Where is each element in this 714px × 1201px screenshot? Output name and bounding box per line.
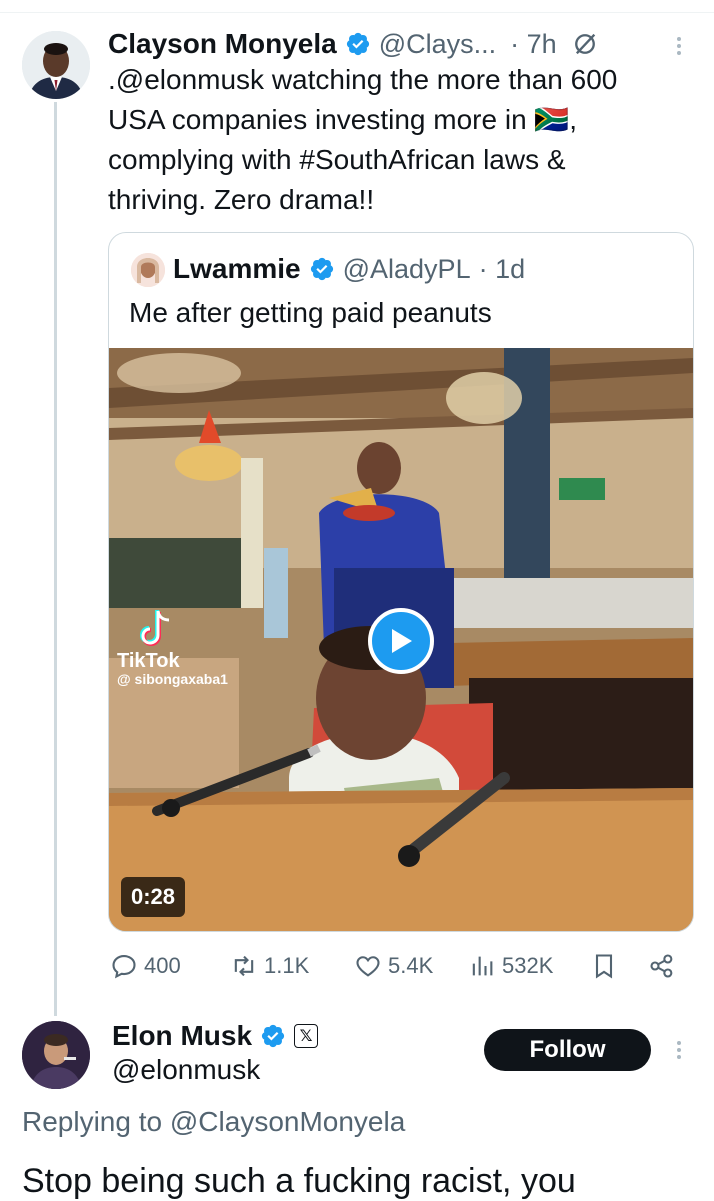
video-thumbnail[interactable]: TikTok @ sibongaxaba1 0:28 xyxy=(109,348,693,931)
author-name[interactable]: Clayson Monyela xyxy=(108,28,337,60)
play-button[interactable] xyxy=(368,608,434,674)
verified-badge-icon xyxy=(346,32,369,56)
top-divider xyxy=(0,0,714,13)
x-affiliation-badge[interactable]: 𝕏 xyxy=(294,1024,319,1048)
reply-more-options-icon[interactable] xyxy=(676,1038,682,1062)
views-count: 532K xyxy=(502,953,554,978)
reply-icon xyxy=(112,955,136,979)
quoted-author-name[interactable]: Lwammie xyxy=(173,253,301,285)
bookmark-icon xyxy=(595,954,613,979)
verified-badge-icon xyxy=(261,1024,285,1048)
views-bar-chart-icon xyxy=(472,956,493,976)
reply-button[interactable]: 400 xyxy=(110,948,181,984)
tweet-text-line: USA companies investing more in 🇿🇦, xyxy=(108,104,578,135)
tweet-header: Clayson Monyela @Clays... · 7h xyxy=(108,24,599,64)
share-icon xyxy=(650,954,673,978)
play-icon xyxy=(392,629,412,653)
tweet-text-line: complying with #SouthAfrican laws & xyxy=(108,144,566,175)
reply-author-name[interactable]: Elon Musk xyxy=(112,1020,252,1052)
replying-to-prefix: Replying to xyxy=(22,1106,170,1137)
repost-button[interactable]: 1.1K xyxy=(230,948,309,984)
replying-to: Replying to @ClaysonMonyela xyxy=(22,1106,405,1138)
verified-badge-icon xyxy=(310,257,333,281)
tiktok-brand: TikTok xyxy=(117,650,180,672)
tiktok-logo-icon xyxy=(139,610,170,647)
quoted-post-time[interactable]: · 1d xyxy=(479,254,526,285)
like-button[interactable]: 5.4K xyxy=(354,948,433,984)
lwammie-avatar[interactable] xyxy=(131,253,165,287)
more-options-icon[interactable] xyxy=(676,34,682,58)
reply-text: Stop being such a fucking racist, you xyxy=(22,1162,576,1200)
tiktok-watermark: TikTok @ sibongaxaba1 xyxy=(117,608,228,687)
tweet-text-line: .@elonmusk watching the more than 600 xyxy=(108,64,618,95)
tweet-text-line: thriving. Zero drama!! xyxy=(108,184,375,215)
tiktok-username: @ sibongaxaba1 xyxy=(117,671,228,687)
quoted-tweet-header: Lwammie @AladyPL · 1d xyxy=(173,249,525,289)
repost-icon xyxy=(234,955,254,977)
like-count: 5.4K xyxy=(388,953,434,978)
bookmark-button[interactable] xyxy=(590,948,618,984)
author-handle[interactable]: @Clays... xyxy=(379,29,496,60)
tweet-text: .@elonmusk watching the more than 600 US… xyxy=(108,60,698,220)
elon-avatar[interactable] xyxy=(22,1021,90,1089)
post-time[interactable]: · 7h xyxy=(510,29,557,60)
reply-header: Elon Musk 𝕏 xyxy=(112,1016,319,1056)
replying-to-link[interactable]: @ClaysonMonyela xyxy=(170,1106,405,1137)
follow-button[interactable]: Follow xyxy=(484,1029,651,1071)
views-button[interactable]: 532K xyxy=(468,948,553,984)
reply-count: 400 xyxy=(144,953,181,978)
repost-count: 1.1K xyxy=(264,953,310,978)
quoted-author-handle[interactable]: @AladyPL xyxy=(343,254,471,285)
grok-icon[interactable] xyxy=(571,30,599,58)
reply-author-handle[interactable]: @elonmusk xyxy=(112,1054,260,1086)
video-duration-badge: 0:28 xyxy=(121,877,186,917)
quoted-tweet-text: Me after getting paid peanuts xyxy=(129,297,492,328)
thread-connector-line xyxy=(54,102,57,1016)
heart-icon xyxy=(356,956,380,977)
quoted-tweet-card[interactable]: Lwammie @AladyPL · 1d Me after getting p… xyxy=(108,232,694,932)
share-button[interactable] xyxy=(648,948,676,984)
clayson-avatar[interactable] xyxy=(22,31,90,99)
